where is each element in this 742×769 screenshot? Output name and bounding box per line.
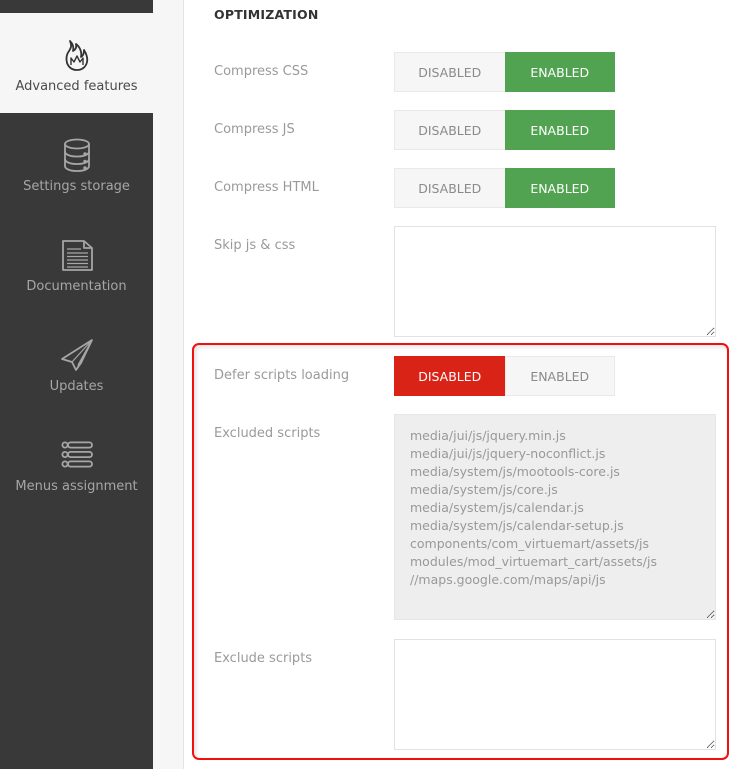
sidebar-gutter <box>153 0 184 769</box>
sidebar-item-updates[interactable]: Updates <box>0 313 153 413</box>
defer-scripts-enabled-button[interactable]: ENABLED <box>504 356 615 396</box>
sidebar-item-documentation[interactable]: Documentation <box>0 213 153 313</box>
compress-html-label: Compress HTML <box>214 180 319 195</box>
compress-js-toggle: DISABLED ENABLED <box>394 110 615 150</box>
defer-scripts-label: Defer scripts loading <box>214 368 350 383</box>
list-icon <box>60 437 94 473</box>
database-icon <box>60 137 94 173</box>
compress-css-disabled-button[interactable]: DISABLED <box>394 52 505 92</box>
exclude-scripts-textarea[interactable] <box>394 639 716 750</box>
section-title: OPTIMIZATION <box>214 7 319 22</box>
excluded-scripts-textarea[interactable]: media/jui/js/jquery.min.js media/jui/js/… <box>394 414 716 620</box>
defer-scripts-disabled-button[interactable]: DISABLED <box>394 356 505 396</box>
sidebar-item-label: Documentation <box>26 279 127 294</box>
paper-plane-icon <box>60 337 94 373</box>
document-icon <box>60 237 94 273</box>
compress-js-label: Compress JS <box>214 122 295 137</box>
compress-css-toggle: DISABLED ENABLED <box>394 52 615 92</box>
compress-js-enabled-button[interactable]: ENABLED <box>504 110 615 150</box>
compress-css-label: Compress CSS <box>214 64 309 79</box>
flame-icon <box>60 37 94 73</box>
skip-js-css-label: Skip js & css <box>214 238 296 253</box>
sidebar-item-advanced-features[interactable]: Advanced features <box>0 13 153 113</box>
sidebar: Advanced features Settings storage Docum <box>0 0 153 769</box>
compress-js-disabled-button[interactable]: DISABLED <box>394 110 505 150</box>
skip-js-css-textarea[interactable] <box>394 226 716 337</box>
sidebar-item-label: Menus assignment <box>15 479 138 494</box>
sidebar-item-settings-storage[interactable]: Settings storage <box>0 113 153 213</box>
settings-panel: OPTIMIZATION Compress CSS DISABLED ENABL… <box>184 0 742 769</box>
defer-scripts-toggle: DISABLED ENABLED <box>394 356 615 396</box>
compress-html-enabled-button[interactable]: ENABLED <box>504 168 615 208</box>
sidebar-item-menus-assignment[interactable]: Menus assignment <box>0 413 153 513</box>
sidebar-item-label: Advanced features <box>15 79 138 94</box>
sidebar-item-label: Settings storage <box>23 179 130 194</box>
sidebar-item-label: Updates <box>49 379 104 394</box>
compress-html-disabled-button[interactable]: DISABLED <box>394 168 505 208</box>
excluded-scripts-label: Excluded scripts <box>214 426 321 441</box>
exclude-scripts-label: Exclude scripts <box>214 651 313 666</box>
compress-css-enabled-button[interactable]: ENABLED <box>504 52 615 92</box>
compress-html-toggle: DISABLED ENABLED <box>394 168 615 208</box>
